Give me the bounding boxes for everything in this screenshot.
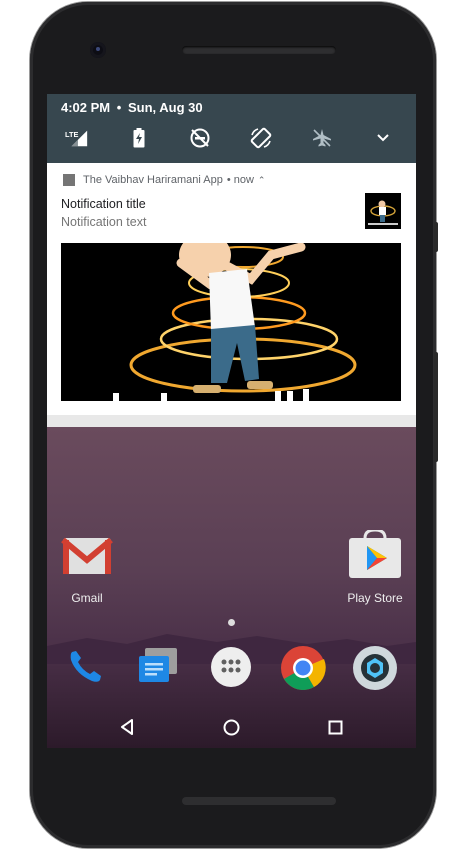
quick-settings-row: LTE: [47, 126, 416, 156]
screen: Gmail Play Store 4:02 PM • Sun, Aug 30 L…: [47, 94, 416, 748]
lte-signal-icon[interactable]: LTE: [65, 126, 89, 150]
expand-chevron-icon[interactable]: [371, 126, 395, 150]
play-store-app-icon[interactable]: [347, 528, 403, 580]
app-drawer-icon[interactable]: [210, 646, 252, 688]
power-button: [434, 222, 438, 252]
navigation-bar: [47, 706, 416, 748]
back-button[interactable]: [119, 719, 135, 735]
notification-shade-header: 4:02 PM • Sun, Aug 30 LTE: [47, 94, 416, 163]
messages-icon[interactable]: [135, 644, 177, 686]
status-time: 4:02 PM: [61, 100, 111, 115]
notification-header: The Vaibhav Hariramani App • now ⌃: [63, 174, 265, 186]
page-indicator: [228, 619, 235, 626]
home-wallpaper: [47, 427, 416, 748]
notification-big-picture: [61, 243, 401, 401]
status-bar: 4:02 PM • Sun, Aug 30: [61, 100, 203, 115]
earpiece: [182, 46, 336, 54]
app-small-icon: [63, 174, 75, 186]
volume-rocker: [434, 352, 438, 462]
front-camera-icon: [90, 42, 106, 58]
status-separator: •: [116, 100, 122, 115]
notification-card[interactable]: The Vaibhav Hariramani App • now ⌃ Notif…: [47, 163, 416, 415]
airplane-mode-icon[interactable]: [310, 126, 334, 150]
do-not-disturb-icon[interactable]: [188, 126, 212, 150]
notification-app-name: The Vaibhav Hariramani App: [83, 174, 223, 186]
notification-time: • now: [226, 174, 254, 186]
auto-rotate-icon[interactable]: [249, 126, 273, 150]
recents-button[interactable]: [328, 720, 343, 735]
status-date: Sun, Aug 30: [127, 100, 203, 115]
battery-charging-icon[interactable]: [127, 126, 151, 150]
notification-text: Notification text: [61, 215, 147, 229]
gmail-app-icon[interactable]: [61, 534, 113, 578]
notification-divider: [47, 415, 416, 427]
bottom-speaker: [182, 797, 336, 805]
chrome-icon[interactable]: [280, 645, 326, 691]
gmail-label: Gmail: [71, 591, 103, 605]
home-button[interactable]: [223, 719, 240, 736]
expand-caret-icon[interactable]: ⌃: [258, 175, 266, 186]
lte-label: LTE: [65, 130, 78, 139]
notification-large-icon: [365, 193, 401, 229]
play-store-label: Play Store: [347, 591, 403, 605]
phone-icon[interactable]: [64, 646, 106, 688]
camera-icon[interactable]: [352, 645, 398, 691]
notification-title: Notification title: [61, 197, 146, 211]
